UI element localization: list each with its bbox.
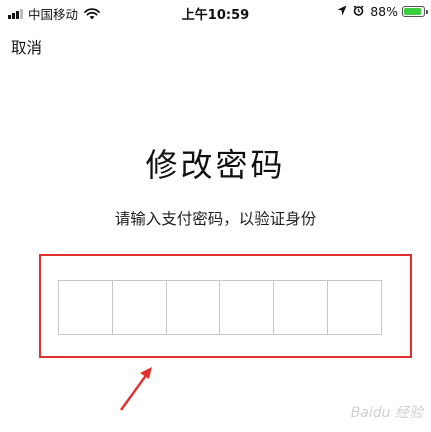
pin-input[interactable]: [58, 280, 382, 335]
instruction-text: 请输入支付密码，以验证身份: [114, 210, 317, 228]
battery-fill: [404, 8, 421, 15]
alarm-icon: [353, 4, 364, 19]
location-icon: [337, 4, 347, 19]
battery-icon: [402, 6, 428, 17]
cancel-button[interactable]: 取消: [11, 36, 42, 58]
pin-digit-box[interactable]: [113, 281, 167, 334]
status-right: 88%: [337, 4, 428, 19]
pin-digit-box[interactable]: [328, 281, 381, 334]
pin-digit-box[interactable]: [59, 281, 113, 334]
watermark: Baidu 经验: [350, 405, 423, 421]
arrow-icon: [120, 367, 152, 411]
pin-digit-box[interactable]: [220, 281, 275, 334]
pin-digit-box[interactable]: [274, 281, 329, 334]
status-bar: 中国移动 上午10:59 88%: [0, 0, 431, 24]
pin-digit-box[interactable]: [167, 281, 221, 334]
battery-percent: 88%: [370, 4, 398, 19]
page-title: 修改密码: [145, 146, 286, 184]
